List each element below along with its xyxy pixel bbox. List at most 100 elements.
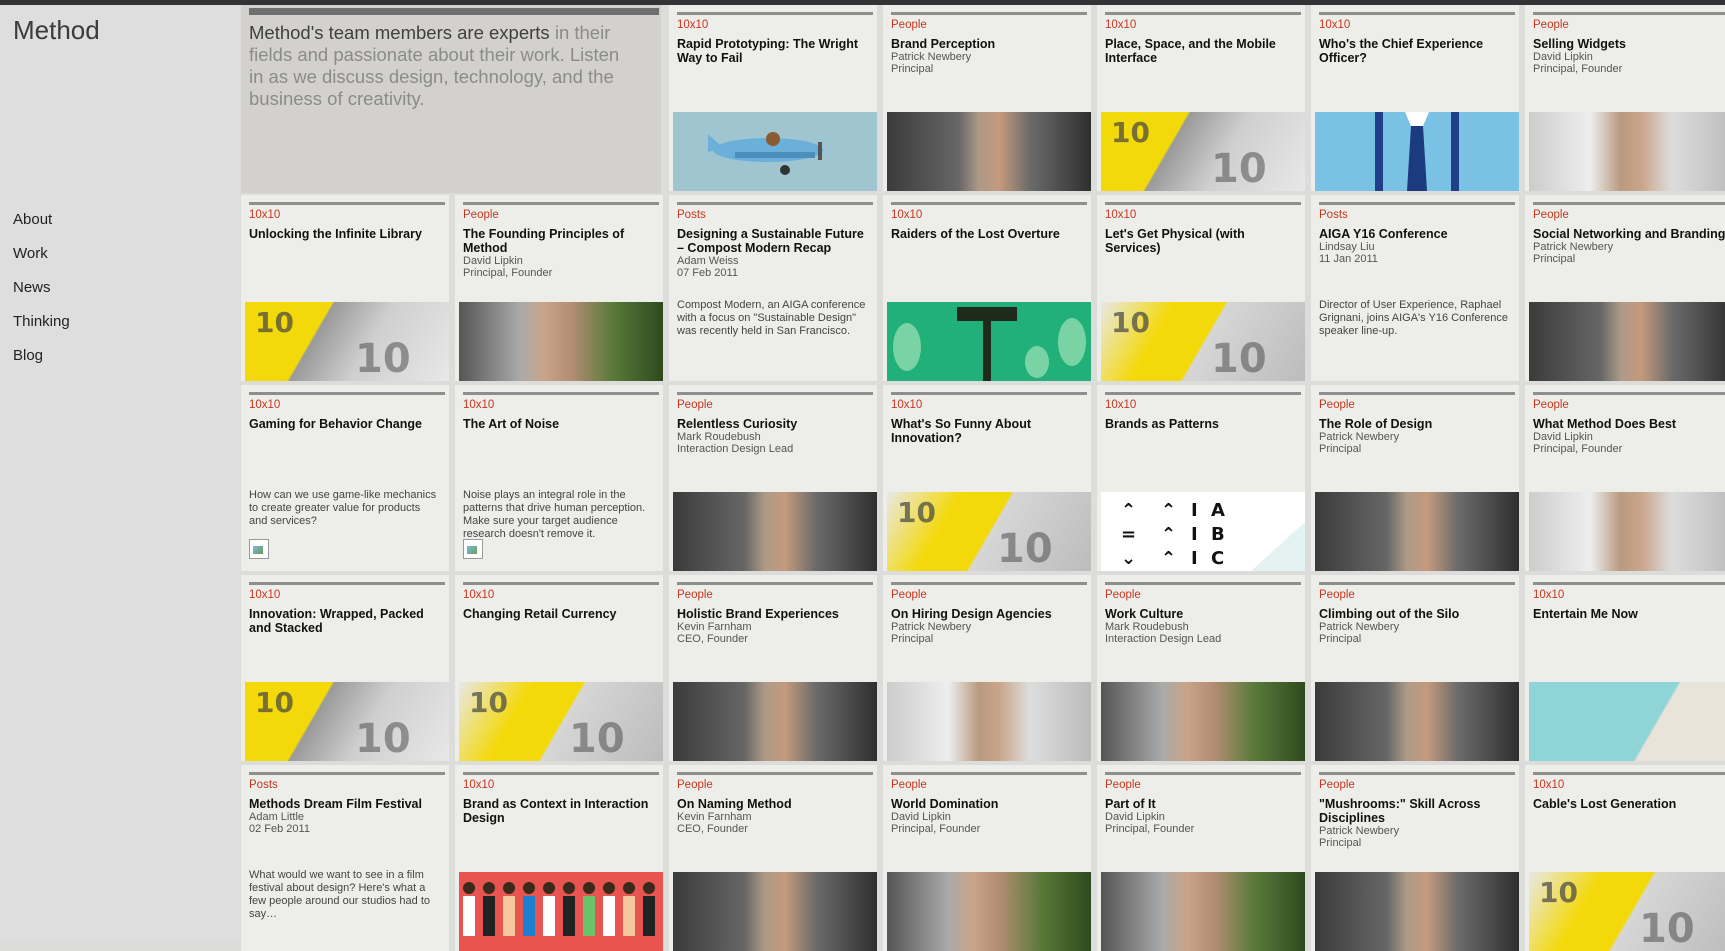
tile-title[interactable]: Changing Retail Currency bbox=[463, 607, 659, 621]
content-tile[interactable]: People Holistic Brand Experiences Kevin Fa… bbox=[669, 575, 877, 761]
content-tile[interactable]: 10x10 Changing Retail Currency 10 10 bbox=[455, 575, 663, 761]
content-tile[interactable]: Posts Methods Dream Film Festival Adam Lit… bbox=[241, 765, 449, 951]
tile-category[interactable]: People bbox=[1319, 399, 1355, 411]
tile-thumbnail[interactable] bbox=[673, 112, 877, 191]
tile-thumbnail[interactable] bbox=[1315, 872, 1519, 951]
site-logo[interactable]: Method bbox=[13, 15, 100, 46]
tile-title[interactable]: Cable's Lost Generation bbox=[1533, 797, 1725, 811]
tile-thumbnail[interactable]: 10 10 bbox=[1101, 112, 1305, 191]
content-tile[interactable]: 10x10 Rapid Prototyping: The Wright Way t… bbox=[669, 5, 877, 191]
tile-category[interactable]: Posts bbox=[677, 209, 706, 221]
tile-category[interactable]: Posts bbox=[249, 779, 278, 791]
content-tile[interactable]: People World Domination David Lipkin Princi… bbox=[883, 765, 1091, 951]
tile-category[interactable]: People bbox=[891, 589, 927, 601]
tile-thumbnail[interactable] bbox=[1529, 302, 1725, 381]
tile-title[interactable]: Let's Get Physical (with Services) bbox=[1105, 227, 1301, 255]
tile-category[interactable]: 10x10 bbox=[891, 399, 922, 411]
tile-title[interactable]: Innovation: Wrapped, Packed and Stacked bbox=[249, 607, 445, 635]
tile-title[interactable]: AIGA Y16 Conference bbox=[1319, 227, 1515, 241]
tile-title[interactable]: On Hiring Design Agencies bbox=[891, 607, 1087, 621]
content-tile[interactable]: People Work Culture Mark Roudebush Interact… bbox=[1097, 575, 1305, 761]
content-tile[interactable]: 10x10 Gaming for Behavior Change How can w… bbox=[241, 385, 449, 571]
tile-category[interactable]: People bbox=[891, 779, 927, 791]
tile-thumbnail[interactable] bbox=[887, 682, 1091, 761]
tile-category[interactable]: People bbox=[1319, 779, 1355, 791]
tile-category[interactable]: 10x10 bbox=[1319, 19, 1350, 31]
tile-title[interactable]: Raiders of the Lost Overture bbox=[891, 227, 1087, 241]
content-tile[interactable]: 10x10 Entertain Me Now bbox=[1525, 575, 1725, 761]
tile-thumbnail[interactable]: ⌃ ⌃ I A = ⌃ I B ⌄ ⌃ I C bbox=[1101, 492, 1305, 571]
tile-title[interactable]: Brand Perception bbox=[891, 37, 1087, 51]
tile-title[interactable]: Who's the Chief Experience Officer? bbox=[1319, 37, 1515, 65]
tile-category[interactable]: People bbox=[463, 209, 499, 221]
tile-thumbnail[interactable] bbox=[673, 492, 877, 571]
tile-thumbnail[interactable]: 10 10 bbox=[1529, 872, 1725, 951]
tile-thumbnail[interactable] bbox=[1529, 682, 1725, 761]
tile-category[interactable]: People bbox=[1319, 589, 1355, 601]
tile-thumbnail[interactable] bbox=[1101, 682, 1305, 761]
tile-thumbnail[interactable] bbox=[1101, 872, 1305, 951]
content-tile[interactable]: People Part of It David Lipkin Principal, F… bbox=[1097, 765, 1305, 951]
tile-title[interactable]: Unlocking the Infinite Library bbox=[249, 227, 445, 241]
tile-category[interactable]: 10x10 bbox=[463, 779, 494, 791]
content-tile[interactable]: 10x10 Unlocking the Infinite Library 10 10 bbox=[241, 195, 449, 381]
tile-category[interactable]: 10x10 bbox=[249, 399, 280, 411]
tile-title[interactable]: Brands as Patterns bbox=[1105, 417, 1301, 431]
tile-thumbnail[interactable] bbox=[459, 302, 663, 381]
content-tile[interactable]: 10x10 Place, Space, and the Mobile Interf… bbox=[1097, 5, 1305, 191]
tile-title[interactable]: Selling Widgets bbox=[1533, 37, 1725, 51]
nav-blog[interactable]: Blog bbox=[13, 339, 70, 373]
tile-title[interactable]: Entertain Me Now bbox=[1533, 607, 1725, 621]
tile-category[interactable]: People bbox=[677, 399, 713, 411]
tile-category[interactable]: People bbox=[1533, 19, 1569, 31]
tile-thumbnail[interactable] bbox=[459, 872, 663, 951]
tile-category[interactable]: Posts bbox=[1319, 209, 1348, 221]
tile-title[interactable]: World Domination bbox=[891, 797, 1087, 811]
tile-category[interactable]: People bbox=[677, 779, 713, 791]
content-tile[interactable]: 10x10 Who's the Chief Experience Officer? bbox=[1311, 5, 1519, 191]
tile-category[interactable]: People bbox=[891, 19, 927, 31]
tile-thumbnail[interactable] bbox=[673, 682, 877, 761]
content-tile[interactable]: People Relentless Curiosity Mark Roudebush… bbox=[669, 385, 877, 571]
tile-category[interactable]: 10x10 bbox=[1533, 779, 1564, 791]
tile-title[interactable]: What Method Does Best bbox=[1533, 417, 1725, 431]
content-tile[interactable]: People Brand Perception Patrick Newbery Pri… bbox=[883, 5, 1091, 191]
content-tile[interactable]: People On Hiring Design Agencies Patrick N… bbox=[883, 575, 1091, 761]
nav-work[interactable]: Work bbox=[13, 237, 70, 271]
tile-thumbnail[interactable] bbox=[1315, 492, 1519, 571]
content-tile[interactable]: People Social Networking and Branding Patr… bbox=[1525, 195, 1725, 381]
tile-title[interactable]: Place, Space, and the Mobile Interface bbox=[1105, 37, 1301, 65]
tile-thumbnail[interactable] bbox=[1315, 682, 1519, 761]
tile-title[interactable]: Work Culture bbox=[1105, 607, 1301, 621]
tile-title[interactable]: The Founding Principles of Method bbox=[463, 227, 659, 255]
tile-title[interactable]: On Naming Method bbox=[677, 797, 873, 811]
content-tile[interactable]: 10x10 What's So Funny About Innovation? 10… bbox=[883, 385, 1091, 571]
tile-title[interactable]: Gaming for Behavior Change bbox=[249, 417, 445, 431]
content-tile[interactable]: Posts Designing a Sustainable Future – Co… bbox=[669, 195, 877, 381]
tile-thumbnail[interactable] bbox=[1529, 492, 1725, 571]
tile-thumbnail[interactable] bbox=[1315, 112, 1519, 191]
tile-title[interactable]: Designing a Sustainable Future – Compost… bbox=[677, 227, 873, 255]
tile-thumbnail[interactable] bbox=[887, 872, 1091, 951]
tile-category[interactable]: 10x10 bbox=[1105, 399, 1136, 411]
content-tile[interactable]: People Selling Widgets David Lipkin Princip… bbox=[1525, 5, 1725, 191]
tile-category[interactable]: 10x10 bbox=[1105, 19, 1136, 31]
content-tile[interactable]: 10x10 The Art of Noise Noise plays an inte… bbox=[455, 385, 663, 571]
tile-category[interactable]: People bbox=[1105, 589, 1141, 601]
nav-about[interactable]: About bbox=[13, 203, 70, 237]
tile-title[interactable]: Brand as Context in Interaction Design bbox=[463, 797, 659, 825]
tile-title[interactable]: Relentless Curiosity bbox=[677, 417, 873, 431]
tile-title[interactable]: What's So Funny About Innovation? bbox=[891, 417, 1087, 445]
content-tile[interactable]: 10x10 Raiders of the Lost Overture bbox=[883, 195, 1091, 381]
tile-thumbnail[interactable]: 10 10 bbox=[245, 302, 449, 381]
tile-category[interactable]: 10x10 bbox=[249, 589, 280, 601]
tile-thumbnail[interactable]: 10 10 bbox=[887, 492, 1091, 571]
content-tile[interactable]: People What Method Does Best David Lipkin P… bbox=[1525, 385, 1725, 571]
content-tile[interactable]: People "Mushrooms:" Skill Across Discipli… bbox=[1311, 765, 1519, 951]
tile-thumbnail[interactable]: 10 10 bbox=[245, 682, 449, 761]
tile-title[interactable]: Holistic Brand Experiences bbox=[677, 607, 873, 621]
tile-title[interactable]: The Art of Noise bbox=[463, 417, 659, 431]
tile-title[interactable]: Rapid Prototyping: The Wright Way to Fai… bbox=[677, 37, 873, 65]
tile-title[interactable]: Climbing out of the Silo bbox=[1319, 607, 1515, 621]
tile-category[interactable]: 10x10 bbox=[677, 19, 708, 31]
